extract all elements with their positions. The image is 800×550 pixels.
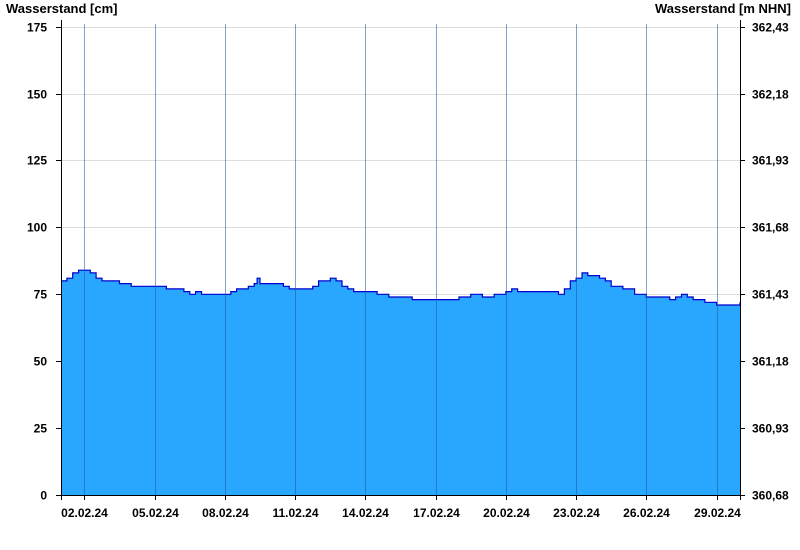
right-tick-label: 361,93: [752, 154, 789, 168]
right-tick-label: 361,43: [752, 288, 789, 302]
right-tick-label: 361,68: [752, 221, 789, 235]
right-tick-label: 360,93: [752, 422, 789, 436]
left-tick-label: 125: [27, 154, 47, 168]
left-tick-label: 100: [27, 221, 47, 235]
left-tick-label: 25: [34, 422, 48, 436]
x-tick-label: 26.02.24: [623, 506, 670, 520]
left-tick-label: 150: [27, 88, 47, 102]
right-tick-label: 362,18: [752, 88, 789, 102]
right-tick-label: 360,68: [752, 489, 789, 503]
water-level-fill: [61, 270, 740, 495]
left-tick-label: 50: [34, 355, 48, 369]
x-tick-label: 20.02.24: [483, 506, 530, 520]
x-tick-label: 08.02.24: [202, 506, 249, 520]
x-tick-label: 29.02.24: [694, 506, 741, 520]
right-tick-label: 361,18: [752, 355, 789, 369]
water-level-chart: 0 360,68 25 360,93 50 361,18 75 361,43 100 361,68…: [27, 20, 789, 520]
left-tick-label: 75: [34, 288, 48, 302]
water-level-area: [61, 269, 741, 495]
left-tick-label: 175: [27, 21, 47, 35]
left-tick-label: 0: [40, 489, 47, 503]
x-tick-label: 05.02.24: [132, 506, 179, 520]
x-tick-label: 14.02.24: [342, 506, 389, 520]
x-tick-label: 02.02.24: [61, 506, 108, 520]
x-tick-label: 23.02.24: [553, 506, 600, 520]
x-tick-label: 11.02.24: [272, 506, 318, 520]
right-tick-label: 362,43: [752, 21, 789, 35]
x-tick-label: 17.02.24: [413, 506, 460, 520]
